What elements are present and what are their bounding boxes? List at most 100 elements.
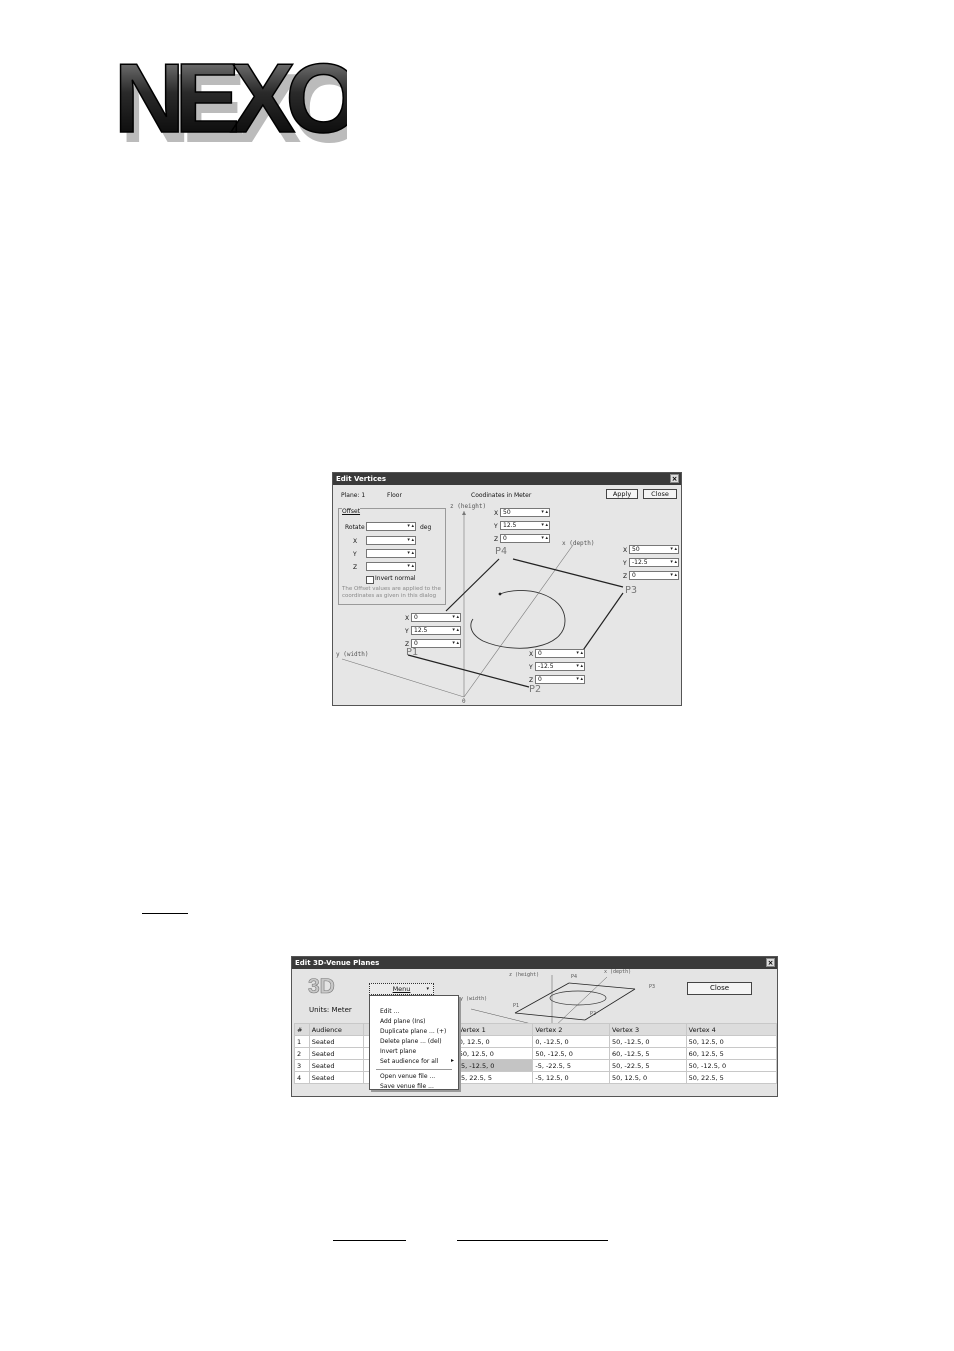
p3-x-input[interactable]: 50 ▾ ▴ bbox=[629, 545, 679, 554]
p3-y-input[interactable]: -12.5 ▾ ▴ bbox=[629, 558, 679, 567]
chevron-down-icon: ▾ bbox=[426, 986, 429, 992]
spin-icon[interactable]: ▾ ▴ bbox=[670, 559, 677, 566]
table-cell[interactable]: Seated bbox=[308, 1047, 365, 1060]
table-cell[interactable]: 50, 12.5, 0 bbox=[455, 1047, 534, 1060]
column-header[interactable]: Audience bbox=[308, 1023, 365, 1036]
table-row[interactable]: 3 Seated -5, -12.5, 0 -5, -22.5, 5 50, -… bbox=[294, 1059, 778, 1072]
spin-icon[interactable]: ▾ ▴ bbox=[541, 509, 548, 516]
p1-y-input[interactable]: 12.5 ▾ ▴ bbox=[411, 626, 461, 635]
spin-icon[interactable]: ▾ ▴ bbox=[541, 522, 548, 529]
p4-x-input[interactable]: 50 ▾ ▴ bbox=[500, 508, 550, 517]
p2-y-input[interactable]: -12.5 ▾ ▴ bbox=[535, 662, 585, 671]
table-cell[interactable]: 50, -22.5, 5 bbox=[609, 1059, 687, 1072]
menu-item-delete-plane[interactable]: Delete plane ... (del) bbox=[380, 1038, 442, 1045]
mini-p1-label: P1 bbox=[513, 1003, 520, 1009]
table-cell[interactable]: 0, 12.5, 0 bbox=[455, 1035, 534, 1048]
logo-3d: 3D bbox=[308, 975, 335, 999]
menu-item-add-plane[interactable]: Add plane (Ins) bbox=[380, 1018, 425, 1025]
mini-edge-3 bbox=[568, 982, 636, 990]
table-cell[interactable]: 50, 12.5, 0 bbox=[609, 1071, 687, 1084]
underline-2 bbox=[333, 1240, 406, 1241]
p3-x-value: 50 bbox=[632, 546, 640, 553]
p3-z-label: Z bbox=[623, 573, 628, 580]
table-header-row: # Audience Vertex 1 Vertex 2 Vertex 3 Ve… bbox=[294, 1023, 778, 1036]
underline-1 bbox=[142, 913, 188, 914]
p1-z-value: 0 bbox=[414, 640, 418, 647]
menu-item-open-venue[interactable]: Open venue file ... bbox=[380, 1073, 435, 1080]
table-cell[interactable]: -5, 22.5, 5 bbox=[455, 1071, 534, 1084]
column-header[interactable]: # bbox=[294, 1023, 310, 1036]
table-row[interactable]: 1 Seated 0, 12.5, 0 0, -12.5, 0 50, -12.… bbox=[294, 1035, 778, 1048]
nexo-logo: NEXO NEXO bbox=[112, 42, 374, 163]
edge-p4-p3 bbox=[512, 558, 624, 588]
table-cell[interactable]: -5, 12.5, 0 bbox=[532, 1071, 610, 1084]
column-header[interactable]: Vertex 3 bbox=[609, 1023, 687, 1036]
table-cell[interactable]: 50, 22.5, 5 bbox=[685, 1071, 778, 1084]
table-cell[interactable]: 4 bbox=[294, 1071, 310, 1084]
spin-icon[interactable]: ▾ ▴ bbox=[576, 676, 583, 683]
p4-y-value: 12.5 bbox=[503, 522, 517, 529]
z-arrow bbox=[462, 511, 466, 515]
p4-z-value: 0 bbox=[503, 535, 507, 542]
spin-icon[interactable]: ▾ ▴ bbox=[452, 640, 459, 647]
table-cell[interactable]: 60, -12.5, 5 bbox=[609, 1047, 687, 1060]
table-cell[interactable]: 50, -12.5, 0 bbox=[609, 1035, 687, 1048]
table-cell[interactable]: 1 bbox=[294, 1035, 310, 1048]
p2-x-input[interactable]: 0 ▾ ▴ bbox=[535, 649, 585, 658]
close-button[interactable]: Close bbox=[687, 982, 752, 995]
p4-z-input[interactable]: 0 ▾ ▴ bbox=[500, 534, 550, 543]
spin-icon[interactable]: ▾ ▴ bbox=[576, 663, 583, 670]
table-cell[interactable]: 2 bbox=[294, 1047, 310, 1060]
table-cell[interactable]: 3 bbox=[294, 1059, 310, 1072]
menu-item-set-audience[interactable]: Set audience for all bbox=[380, 1058, 438, 1065]
menu-button[interactable]: Menu ▾ bbox=[369, 983, 434, 995]
p1-x-label: X bbox=[405, 615, 410, 622]
table-cell[interactable]: 50, 12.5, 0 bbox=[685, 1035, 778, 1048]
edge-p1-p2 bbox=[407, 654, 530, 688]
logo-text: NEXO bbox=[114, 52, 347, 152]
column-header[interactable]: Vertex 2 bbox=[532, 1023, 610, 1036]
column-header[interactable]: Vertex 1 bbox=[455, 1023, 534, 1036]
p3-y-value: -12.5 bbox=[632, 559, 648, 566]
p4-y-input[interactable]: 12.5 ▾ ▴ bbox=[500, 521, 550, 530]
spin-icon[interactable]: ▾ ▴ bbox=[452, 614, 459, 621]
p2-z-input[interactable]: 0 ▾ ▴ bbox=[535, 675, 585, 684]
p2-x-value: 0 bbox=[538, 650, 542, 657]
menu-item-duplicate-plane[interactable]: Duplicate plane ... (+) bbox=[380, 1028, 446, 1035]
close-icon[interactable]: × bbox=[766, 958, 775, 967]
spin-icon[interactable]: ▾ ▴ bbox=[452, 627, 459, 634]
table-cell[interactable]: 50, -12.5, 0 bbox=[685, 1059, 778, 1072]
y-axis-label: y (width) bbox=[336, 651, 369, 658]
table-row[interactable]: 4 Seated -5, 22.5, 5 -5, 12.5, 0 50, 12.… bbox=[294, 1071, 778, 1084]
menu-separator bbox=[376, 1069, 452, 1070]
spin-icon[interactable]: ▾ ▴ bbox=[541, 535, 548, 542]
table-cell[interactable]: 50, -12.5, 0 bbox=[532, 1047, 610, 1060]
menu-item-save-venue[interactable]: Save venue file ... bbox=[380, 1083, 434, 1090]
underline-3 bbox=[457, 1240, 608, 1241]
table-cell[interactable]: Seated bbox=[308, 1071, 365, 1084]
spin-icon[interactable]: ▾ ▴ bbox=[576, 650, 583, 657]
p2-y-label: Y bbox=[529, 664, 533, 671]
table-cell[interactable]: 60, 12.5, 5 bbox=[685, 1047, 778, 1060]
p2-z-value: 0 bbox=[538, 676, 542, 683]
table-cell[interactable]: 0, -12.5, 0 bbox=[532, 1035, 610, 1048]
table-cell[interactable]: Seated bbox=[308, 1035, 365, 1048]
p4-label: P4 bbox=[495, 546, 508, 557]
spin-icon[interactable]: ▾ ▴ bbox=[670, 546, 677, 553]
mini-edge-4 bbox=[514, 982, 570, 1014]
table-cell[interactable]: Seated bbox=[308, 1059, 365, 1072]
p1-z-input[interactable]: 0 ▾ ▴ bbox=[411, 639, 461, 648]
p1-x-value: 0 bbox=[414, 614, 418, 621]
menu-button-label: Menu bbox=[392, 985, 411, 993]
column-header[interactable]: Vertex 4 bbox=[685, 1023, 778, 1036]
p2-y-value: -12.5 bbox=[538, 663, 554, 670]
menu-item-edit[interactable]: Edit ... bbox=[380, 1008, 399, 1015]
x-axis-label: x (depth) bbox=[562, 540, 595, 547]
table-row[interactable]: 2 Seated 50, 12.5, 0 50, -12.5, 0 60, -1… bbox=[294, 1047, 778, 1060]
p1-x-input[interactable]: 0 ▾ ▴ bbox=[411, 613, 461, 622]
spin-icon[interactable]: ▾ ▴ bbox=[670, 572, 677, 579]
table-cell[interactable]: -5, -22.5, 5 bbox=[532, 1059, 610, 1072]
table-cell-selected[interactable]: -5, -12.5, 0 bbox=[455, 1059, 534, 1072]
p3-z-input[interactable]: 0 ▾ ▴ bbox=[629, 571, 679, 580]
menu-item-invert-plane[interactable]: Invert plane bbox=[380, 1048, 416, 1055]
